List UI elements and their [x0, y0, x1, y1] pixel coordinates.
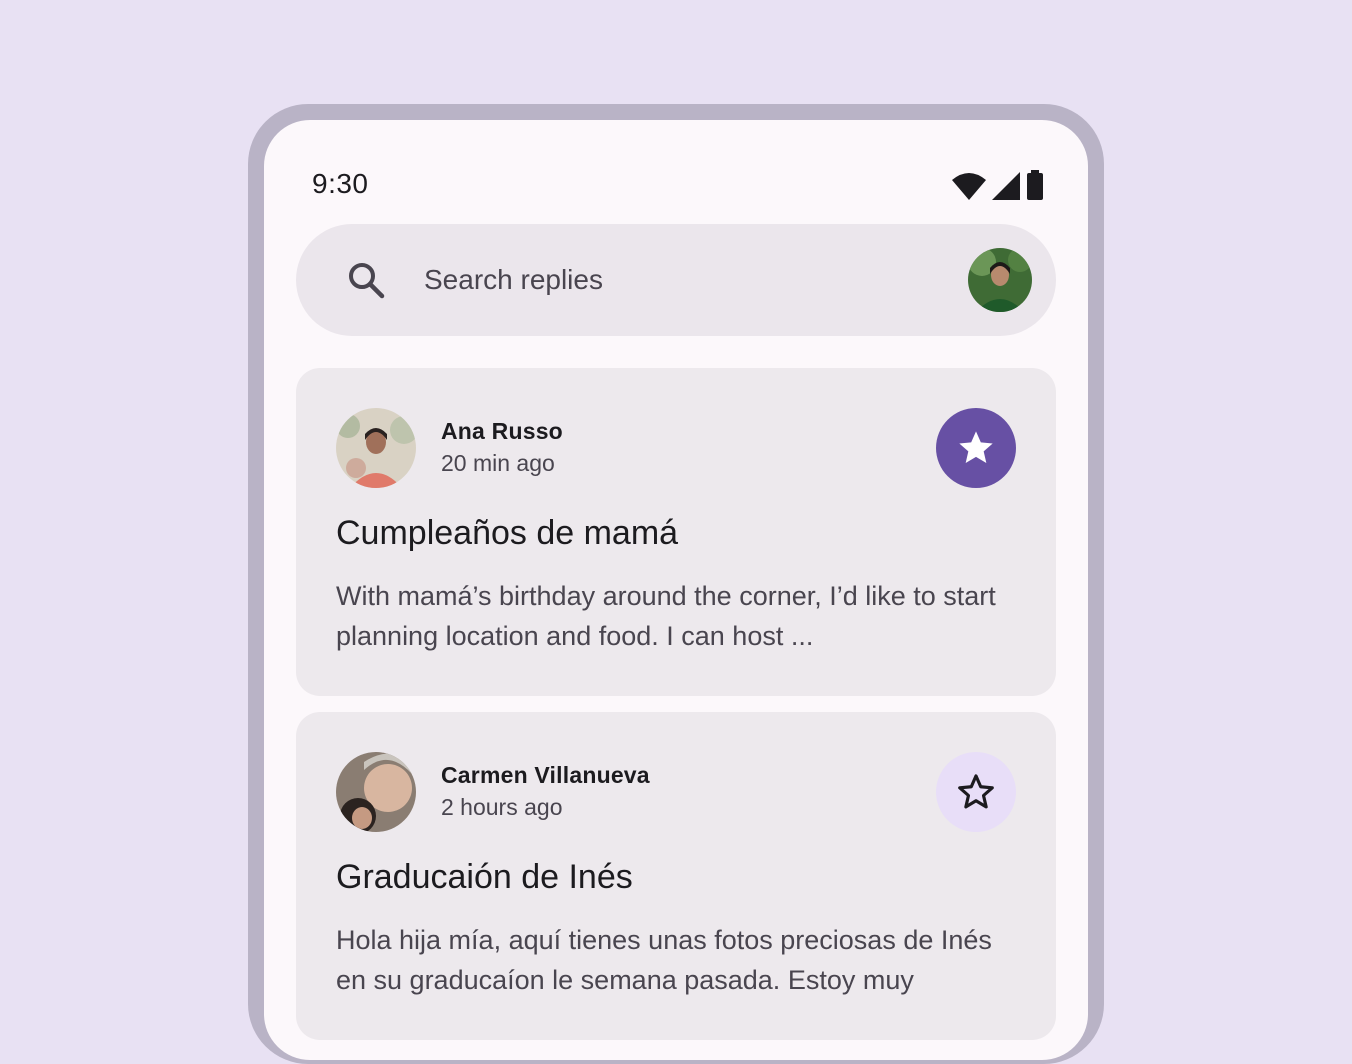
sender-name: Ana Russo: [441, 418, 563, 444]
sender-name: Carmen Villanueva: [441, 762, 650, 788]
star-button[interactable]: [936, 752, 1016, 832]
sender-avatar: [336, 408, 416, 488]
battery-icon: [1027, 170, 1043, 200]
sender-time: 20 min ago: [441, 450, 555, 476]
status-icons: [952, 170, 1044, 200]
email-card[interactable]: Carmen Villanueva 2 hours ago Graducaión…: [296, 712, 1056, 1040]
device-screen: 9:30 Search replies Ana Russo 20 min ago…: [264, 120, 1088, 1060]
email-preview: Hola hija mía, aquí tienes unas fotos pr…: [336, 925, 992, 995]
email-subject: Graducaión de Inés: [336, 858, 633, 896]
signal-icon: [992, 172, 1020, 200]
sender-time: 2 hours ago: [441, 794, 563, 820]
email-preview: With mamá’s birthday around the corner, …: [336, 581, 996, 651]
star-button[interactable]: [936, 408, 1016, 488]
star-filled-icon: [959, 431, 993, 463]
profile-avatar[interactable]: [968, 248, 1032, 312]
search-bar[interactable]: Search replies: [296, 224, 1056, 336]
email-card[interactable]: Ana Russo 20 min ago Cumpleaños de mamá …: [296, 368, 1056, 696]
search-input[interactable]: Search replies: [424, 264, 603, 296]
search-icon[interactable]: [346, 260, 386, 300]
profile-avatar-image: [968, 248, 1032, 312]
star-outline-icon: [958, 774, 994, 809]
sender-avatar: [336, 752, 416, 832]
wifi-icon: [952, 173, 986, 200]
email-subject: Cumpleaños de mamá: [336, 514, 679, 552]
status-time: 9:30: [312, 168, 369, 199]
status-bar: 9:30: [264, 120, 1088, 240]
